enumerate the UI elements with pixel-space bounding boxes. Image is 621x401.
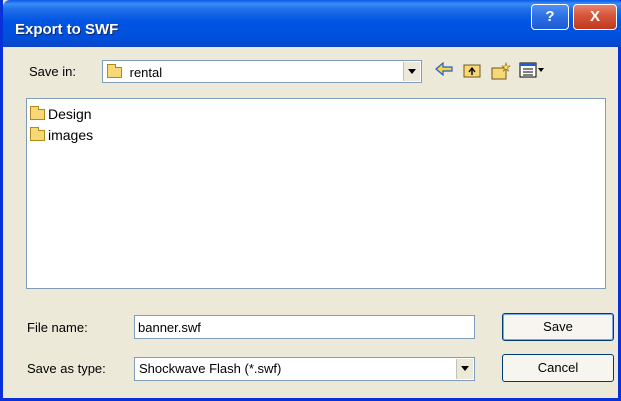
list-item-label: images	[48, 127, 94, 144]
save-as-type-label: Save as type:	[27, 361, 106, 376]
folder-icon	[107, 64, 122, 79]
cancel-button[interactable]: Cancel	[502, 354, 614, 382]
chevron-down-icon[interactable]	[403, 62, 420, 81]
title-bar[interactable]: Export to SWF ? X	[3, 0, 621, 47]
up-folder-graphic	[463, 64, 481, 78]
save-in-dropdown[interactable]: rental	[102, 60, 422, 83]
save-button[interactable]: Save	[502, 313, 614, 341]
back-arrow-icon[interactable]	[433, 61, 455, 82]
new-folder-graphic	[491, 62, 511, 80]
chevron-down-icon[interactable]	[456, 359, 473, 379]
file-name-label: File name:	[27, 320, 88, 335]
list-item[interactable]: images	[30, 126, 93, 143]
export-dialog: Export to SWF ? X Save in: rental Design…	[0, 0, 621, 401]
save-as-type-value: Shockwave Flash (*.swf)	[139, 361, 282, 376]
file-list[interactable]: Design images	[26, 98, 606, 289]
close-button[interactable]: X	[573, 4, 617, 30]
up-folder-icon[interactable]	[461, 62, 483, 82]
help-icon: ?	[545, 8, 555, 25]
views-menu-graphic	[519, 62, 544, 78]
save-in-value: rental	[129, 65, 163, 81]
save-as-type-dropdown[interactable]: Shockwave Flash (*.swf)	[134, 357, 475, 381]
list-item[interactable]: Design	[30, 105, 92, 122]
close-icon: X	[589, 8, 600, 25]
help-button[interactable]: ?	[531, 4, 569, 30]
views-menu-icon[interactable]	[518, 62, 546, 82]
folder-icon	[30, 105, 45, 120]
new-folder-icon[interactable]	[490, 62, 512, 82]
file-name-field[interactable]	[134, 315, 475, 339]
dialog-title: Export to SWF	[15, 21, 119, 38]
save-in-label: Save in:	[29, 64, 76, 79]
folder-icon	[30, 126, 45, 141]
back-arrow-graphic	[435, 61, 453, 77]
list-item-label: Design	[48, 106, 92, 123]
